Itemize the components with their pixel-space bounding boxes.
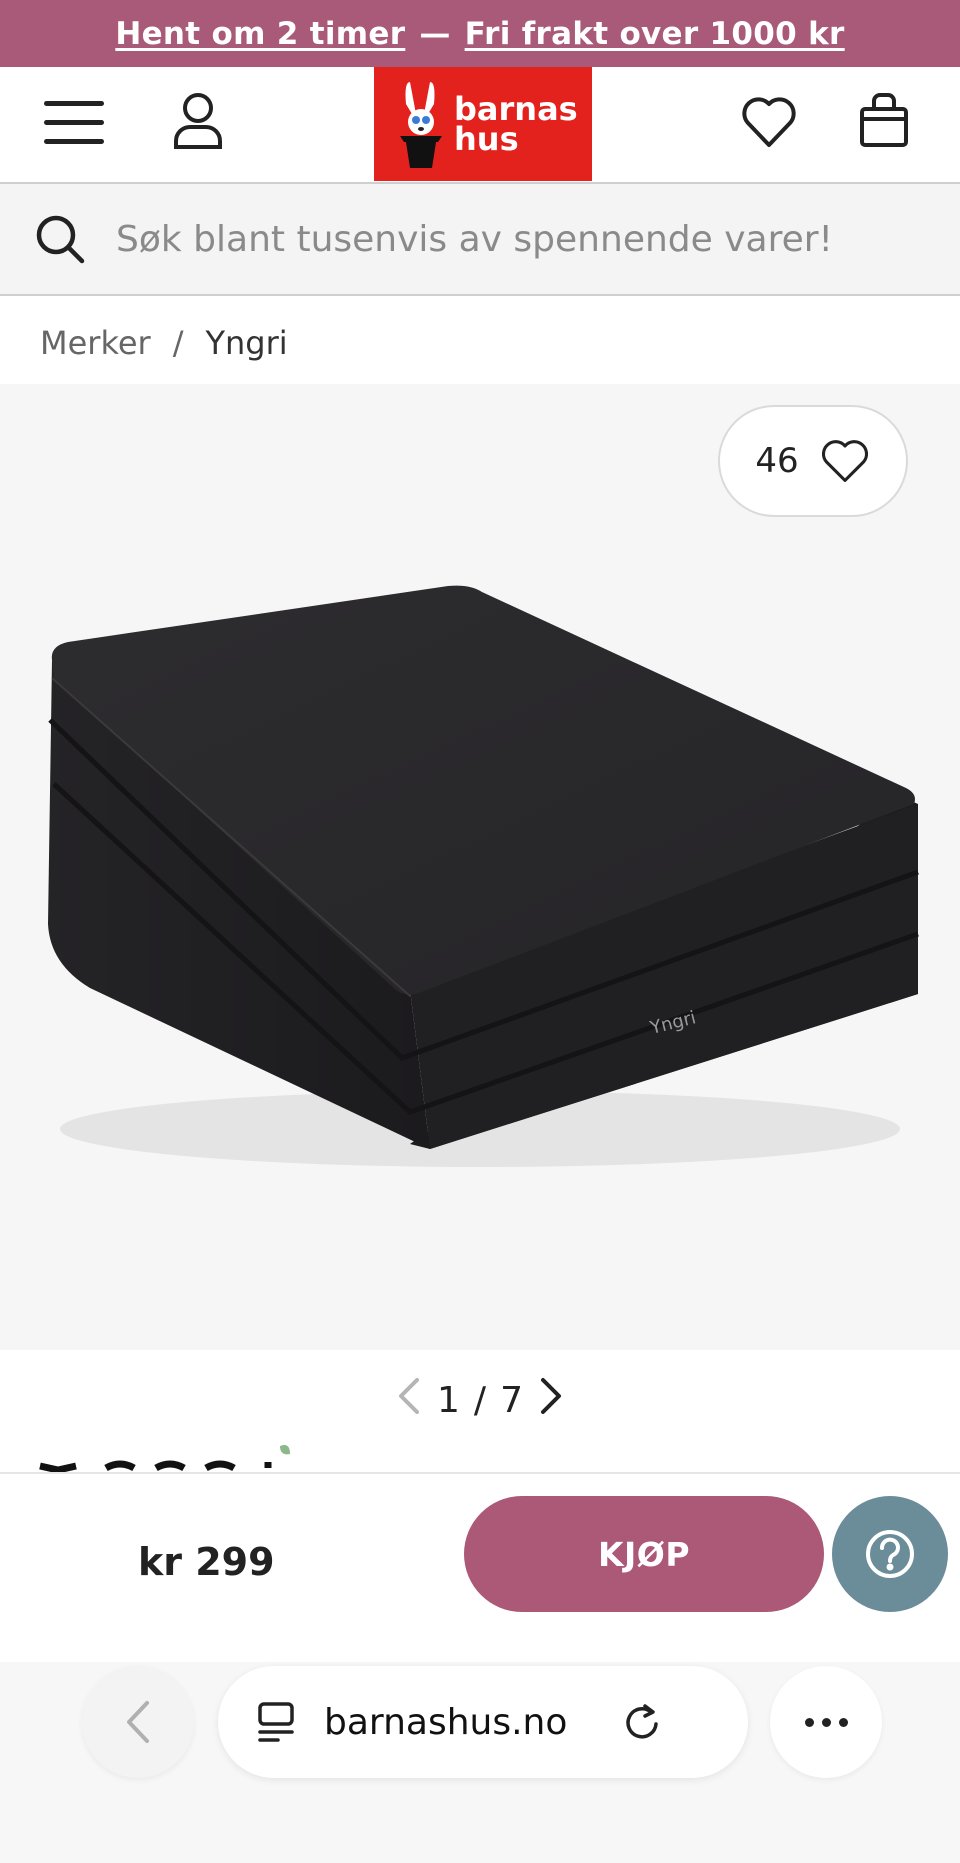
breadcrumb-merker[interactable]: Merker (40, 324, 151, 362)
breadcrumb-yngri[interactable]: Yngri (205, 324, 287, 362)
heart-outline-icon (821, 440, 868, 483)
product-image: Yngri (48, 585, 919, 1167)
url-text: barnashus.no (324, 1701, 568, 1743)
pager-current: 1 (437, 1379, 460, 1421)
site-header: barnas hus (0, 67, 960, 181)
logo-text: barnas hus (454, 93, 578, 158)
logo-line-2: hus (454, 120, 519, 158)
shopping-bag-icon[interactable] (858, 91, 910, 149)
wishlist-count: 46 (755, 441, 799, 481)
pickup-link[interactable]: Hent om 2 timer (115, 16, 405, 52)
site-logo[interactable]: barnas hus (374, 67, 592, 181)
wishlist-count-button[interactable]: 46 (718, 405, 908, 517)
breadcrumb-separator: / (172, 324, 184, 362)
reload-icon[interactable] (623, 1700, 663, 1744)
menu-icon[interactable] (44, 101, 104, 145)
search-bar (0, 182, 960, 296)
product-price: kr 299 (138, 1540, 275, 1584)
back-arrow-icon (127, 1701, 149, 1743)
chevron-right-icon[interactable] (537, 1376, 565, 1425)
browser-toolbar: barnashus.no (0, 1662, 960, 1863)
product-gallery[interactable]: Yngri (0, 384, 960, 1350)
brand-logo-peek (39, 1445, 290, 1472)
pager-total: 7 (500, 1379, 523, 1421)
bunny-logo-icon (400, 82, 442, 168)
buy-bar: kr 299 KJØP (0, 1472, 960, 1662)
promo-bar: Hent om 2 timer — Fri frakt over 1000 kr (0, 0, 960, 67)
image-pager: 1 / 7 (0, 1372, 960, 1428)
user-icon[interactable] (172, 91, 224, 151)
address-bar[interactable]: barnashus.no (218, 1666, 748, 1778)
chevron-left-icon[interactable] (395, 1376, 423, 1425)
breadcrumb: Merker / Yngri (40, 320, 288, 366)
heart-icon[interactable] (740, 93, 798, 149)
help-icon[interactable] (832, 1496, 948, 1612)
browser-back-button[interactable] (82, 1666, 194, 1778)
free-shipping-link[interactable]: Fri frakt over 1000 kr (465, 16, 845, 52)
promo-separator: — (419, 15, 451, 52)
page-menu-icon[interactable] (256, 1700, 296, 1744)
pager-separator: / (473, 1379, 487, 1421)
more-options-icon[interactable] (770, 1666, 882, 1778)
search-icon[interactable] (34, 213, 86, 265)
search-input[interactable] (116, 218, 936, 260)
buy-button[interactable]: KJØP (464, 1496, 824, 1612)
